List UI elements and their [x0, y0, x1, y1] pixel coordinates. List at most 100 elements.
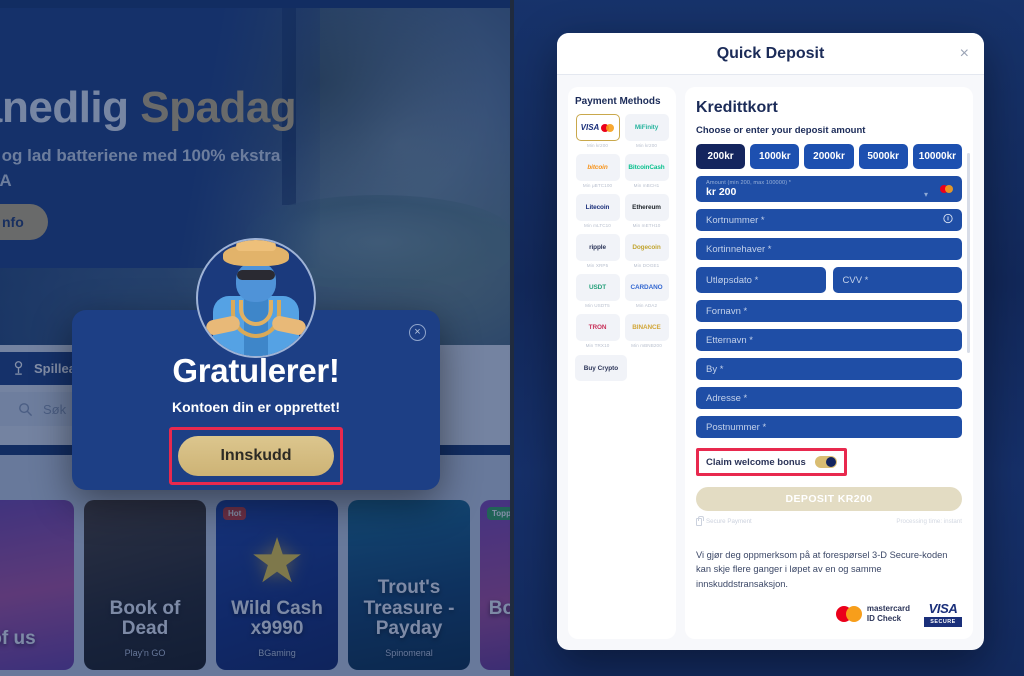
payment-method-min: Min kr200: [635, 143, 658, 148]
payment-method-mifinity[interactable]: MiFinity Min kr200: [624, 114, 669, 150]
screen-root: ånedlig Spadag av og lad batteriene med …: [0, 0, 1024, 676]
expiry-field[interactable]: Utløpsdato *: [696, 267, 826, 294]
payment-method-min: Min USDT5: [585, 303, 610, 308]
visa-logo: VISA: [580, 123, 600, 132]
congratulations-modal: × Gratulerer! Kontoen din er opprettet! …: [72, 238, 440, 490]
payment-method-tile[interactable]: Dogecoin: [624, 234, 669, 261]
payment-method-min: Min mBNB200: [631, 343, 662, 348]
security-row: Secure Payment Processing time: instant: [696, 515, 962, 526]
mastercard-id-check-text: mastercard ID Check: [867, 604, 910, 623]
payment-method-min: Min TRX10: [585, 343, 610, 348]
last-name-field[interactable]: Etternavn *: [696, 329, 962, 352]
mifinity-logo: MiFinity: [634, 124, 659, 131]
buy-crypto-button[interactable]: Buy Crypto: [575, 355, 627, 381]
bitcoincash-logo: BitcoinCash: [628, 164, 665, 171]
dogecoin-logo: Dogecoin: [632, 244, 661, 251]
payment-method-min: Min μBTC100: [582, 183, 613, 188]
payment-method-tile[interactable]: VISA: [575, 114, 620, 141]
visa-secure-word: SECURE: [924, 617, 962, 628]
payment-method-min: Min mBCH1: [633, 183, 660, 188]
payment-method-tile[interactable]: Ethereum: [624, 194, 669, 221]
payment-method-bitcoin[interactable]: bitcoin Min μBTC100: [575, 154, 620, 190]
secure-payment-note: Secure Payment: [696, 515, 752, 526]
innskudd-button[interactable]: Innskudd: [178, 436, 334, 476]
address-field[interactable]: Adresse *: [696, 387, 962, 410]
cvv-placeholder: CVV *: [842, 274, 869, 286]
payment-method-ripple[interactable]: ripple Min XRP5: [575, 234, 620, 270]
ethereum-logo: Ethereum: [632, 204, 661, 211]
amount-input-value: kr 200: [706, 186, 737, 199]
payment-method-tile[interactable]: USDT: [575, 274, 620, 301]
modal-title: Quick Deposit: [716, 44, 825, 62]
payment-method-min: Min DOGE1: [633, 263, 660, 268]
mastercard-icon: [835, 606, 862, 623]
city-placeholder: By *: [706, 363, 724, 375]
cvv-field[interactable]: CVV *: [832, 267, 962, 294]
payment-method-tile[interactable]: ripple: [575, 234, 620, 261]
payment-method-tron[interactable]: TRON Min TRX10: [575, 314, 620, 350]
welcome-bonus-label: Claim welcome bonus: [706, 456, 806, 468]
payment-method-tile[interactable]: TRON: [575, 314, 620, 341]
card-number-field[interactable]: Kortnummer *: [696, 209, 962, 232]
mastercard-icon: [601, 123, 615, 132]
postal-code-field[interactable]: Postnummer *: [696, 416, 962, 439]
payment-method-ethereum[interactable]: Ethereum Min mETH10: [624, 194, 669, 230]
payment-method-litecoin[interactable]: Litecoin Min mLTC10: [575, 194, 620, 230]
payment-method-tile[interactable]: MiFinity: [624, 114, 669, 141]
deposit-button[interactable]: DEPOSIT KR200: [696, 487, 962, 511]
binance-logo: BINANCE: [632, 324, 661, 331]
mastercard-icon: [940, 185, 953, 193]
address-placeholder: Adresse *: [706, 392, 748, 404]
payment-method-tile[interactable]: bitcoin: [575, 154, 620, 181]
amount-preset-10000[interactable]: 10000kr: [912, 144, 963, 169]
card-holder-field[interactable]: Kortinnehaver *: [696, 238, 962, 261]
mastercard-word: mastercard: [866, 604, 910, 614]
first-name-placeholder: Fornavn *: [706, 305, 748, 317]
usdt-logo: USDT: [589, 284, 606, 291]
payment-method-min: Min ADA2: [635, 303, 658, 308]
amount-presets: 200kr 1000kr 2000kr 5000kr 10000kr: [696, 144, 963, 169]
lock-icon: [696, 515, 704, 526]
visa-word: VISA: [928, 601, 958, 617]
amount-preset-200[interactable]: 200kr: [696, 144, 746, 169]
expiry-cvv-row: Utløpsdato * CVV *: [696, 260, 962, 294]
first-name-field[interactable]: Fornavn *: [696, 300, 962, 323]
ripple-logo: ripple: [589, 244, 606, 251]
amount-preset-5000[interactable]: 5000kr: [858, 144, 908, 169]
city-field[interactable]: By *: [696, 358, 962, 381]
payment-method-tile[interactable]: BitcoinCash: [624, 154, 669, 181]
chevron-down-icon: ▾: [923, 189, 928, 199]
visa-secure-badge: VISA SECURE: [924, 601, 962, 628]
card-holder-placeholder: Kortinnehaver *: [706, 243, 772, 255]
welcome-bonus-highlight: Claim welcome bonus: [696, 448, 847, 477]
amount-preset-1000[interactable]: 1000kr: [750, 144, 800, 169]
payment-method-tile[interactable]: CARDANO: [624, 274, 669, 301]
payment-method-cards[interactable]: VISA Min kr200: [575, 114, 620, 150]
payment-method-tile[interactable]: BINANCE: [624, 314, 669, 341]
welcome-bonus-toggle[interactable]: [814, 456, 837, 469]
amount-input-label: Amount (min 200, max 100000) *: [706, 180, 792, 186]
close-icon[interactable]: ×: [409, 324, 426, 341]
amount-input[interactable]: Amount (min 200, max 100000) * kr 200 ▾: [696, 176, 962, 203]
payment-method-usdt[interactable]: USDT Min USDT5: [575, 274, 620, 310]
payment-method-tile[interactable]: Litecoin: [575, 194, 620, 221]
payment-method-dogecoin[interactable]: Dogecoin Min DOGE1: [624, 234, 669, 270]
payment-method-bitcoincash[interactable]: BitcoinCash Min mBCH1: [624, 154, 669, 190]
cardano-logo: CARDANO: [630, 284, 663, 291]
secure-payment-text: Secure Payment: [706, 518, 752, 526]
payment-methods-grid: VISA Min kr200 MiFinity Min kr200 bitcoi…: [575, 114, 669, 350]
payment-method-binance[interactable]: BINANCE Min mBNB200: [624, 314, 669, 350]
close-icon[interactable]: ×: [960, 45, 969, 63]
payment-method-min: Min kr200: [586, 143, 609, 148]
amount-preset-2000[interactable]: 2000kr: [804, 144, 854, 169]
payment-methods-heading: Payment Methods: [575, 96, 661, 107]
innskudd-highlight: Innskudd: [169, 427, 343, 485]
info-icon[interactable]: [943, 213, 953, 227]
last-name-placeholder: Etternavn *: [706, 334, 753, 346]
payment-method-min: Min mLTC10: [584, 223, 611, 228]
choose-amount-label: Choose or enter your deposit amount: [696, 125, 866, 136]
deposit-form-panel: Kredittkort Choose or enter your deposit…: [685, 87, 973, 639]
tron-logo: TRON: [588, 324, 607, 331]
modal-scrollbar[interactable]: [967, 153, 970, 353]
payment-method-cardano[interactable]: CARDANO Min ADA2: [624, 274, 669, 310]
